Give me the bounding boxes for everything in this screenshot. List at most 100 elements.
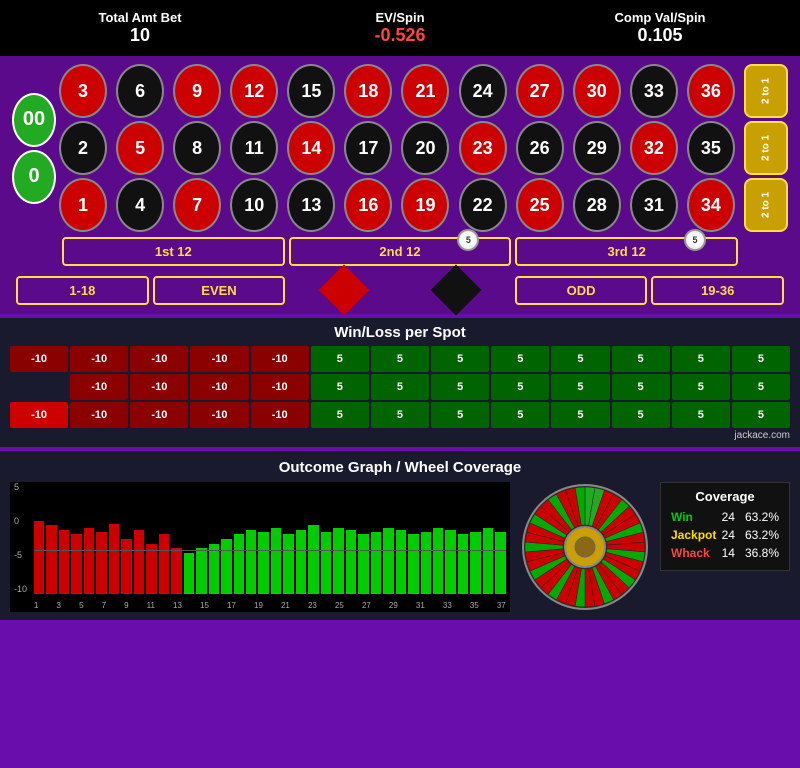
num-cell-31[interactable]: 31: [630, 178, 678, 232]
coverage-jackpot-values: 24 63.2%: [722, 528, 779, 542]
num-cell-23[interactable]: 23: [459, 121, 507, 175]
wl-cell: 5: [732, 346, 790, 372]
num-cell-32[interactable]: 32: [630, 121, 678, 175]
wl-cell: [10, 374, 68, 400]
num-cell-10[interactable]: 10: [230, 178, 278, 232]
bar-item: [296, 530, 306, 594]
dozen-2[interactable]: 2nd 12 5: [289, 237, 512, 266]
wl-cell: 5: [612, 402, 670, 428]
bar-item: [171, 548, 181, 594]
black-diamond[interactable]: [431, 265, 482, 316]
num-cell-14[interactable]: 14: [287, 121, 335, 175]
side-bet-mid[interactable]: 2 to 1: [744, 121, 788, 175]
num-cell-33[interactable]: 33: [630, 64, 678, 118]
y-axis: 5 0 -5 -10: [14, 482, 27, 594]
num-cell-25[interactable]: 25: [516, 178, 564, 232]
wl-cell: 5: [612, 346, 670, 372]
bar-item: [84, 528, 94, 594]
wl-cell: -10: [190, 402, 248, 428]
num-cell-12[interactable]: 12: [230, 64, 278, 118]
num-cell-13[interactable]: 13: [287, 178, 335, 232]
coverage-win-label: Win: [671, 510, 693, 524]
num-cell-4[interactable]: 4: [116, 178, 164, 232]
double-zero[interactable]: 00: [12, 93, 56, 147]
bet-even[interactable]: EVEN: [153, 276, 286, 305]
bar-item: [59, 530, 69, 594]
num-cell-35[interactable]: 35: [687, 121, 735, 175]
winloss-section: Win/Loss per Spot -10-10-10-10-105555555…: [0, 318, 800, 447]
dozen-1[interactable]: 1st 12: [62, 237, 285, 266]
num-cell-30[interactable]: 30: [573, 64, 621, 118]
num-cell-17[interactable]: 17: [344, 121, 392, 175]
num-cell-24[interactable]: 24: [459, 64, 507, 118]
wheel-container: [520, 482, 650, 612]
roulette-section: 00 0 36912151821242730333625811141720232…: [0, 56, 800, 314]
comp-val-label: Comp Val/Spin: [570, 10, 750, 25]
num-cell-9[interactable]: 9: [173, 64, 221, 118]
bar-item: [34, 521, 44, 594]
winloss-row3: -10-10-10-10-1055555555: [10, 402, 790, 428]
zero[interactable]: 0: [12, 150, 56, 204]
zero-column: 00 0: [12, 64, 56, 232]
num-cell-15[interactable]: 15: [287, 64, 335, 118]
num-cell-20[interactable]: 20: [401, 121, 449, 175]
wl-cell: 5: [491, 346, 549, 372]
num-cell-1[interactable]: 1: [59, 178, 107, 232]
wl-cell: -10: [251, 374, 309, 400]
bar-item: [433, 528, 443, 594]
dozen-3[interactable]: 3rd 12 5: [515, 237, 738, 266]
wl-cell: 5: [672, 374, 730, 400]
num-cell-36[interactable]: 36: [687, 64, 735, 118]
num-cell-8[interactable]: 8: [173, 121, 221, 175]
num-cell-11[interactable]: 11: [230, 121, 278, 175]
diamond-black-container: [402, 272, 511, 308]
comp-val-value: 0.105: [570, 25, 750, 46]
num-cell-18[interactable]: 18: [344, 64, 392, 118]
bar-item: [258, 532, 268, 594]
num-cell-16[interactable]: 16: [344, 178, 392, 232]
coverage-whack-label: Whack: [671, 546, 710, 560]
bar-item: [159, 534, 169, 594]
total-amt-bet-value: 10: [50, 25, 230, 46]
wl-cell: 5: [431, 402, 489, 428]
dozen3-chip: 5: [684, 229, 706, 251]
num-cell-28[interactable]: 28: [573, 178, 621, 232]
num-cell-7[interactable]: 7: [173, 178, 221, 232]
wl-cell: 5: [612, 374, 670, 400]
num-cell-19[interactable]: 19: [401, 178, 449, 232]
bet-19-36[interactable]: 19-36: [651, 276, 784, 305]
zero-line: [34, 550, 506, 551]
num-cell-27[interactable]: 27: [516, 64, 564, 118]
bar-item: [283, 534, 293, 594]
side-bet-bot[interactable]: 2 to 1: [744, 178, 788, 232]
wl-cell: 5: [551, 374, 609, 400]
wl-cell: 5: [371, 346, 429, 372]
coverage-jackpot-row: Jackpot 24 63.2%: [671, 528, 779, 542]
num-cell-5[interactable]: 5: [116, 121, 164, 175]
num-cell-29[interactable]: 29: [573, 121, 621, 175]
wl-cell: -10: [70, 346, 128, 372]
num-cell-3[interactable]: 3: [59, 64, 107, 118]
bar-item: [308, 525, 318, 594]
red-diamond[interactable]: [318, 265, 369, 316]
comp-val-col: Comp Val/Spin 0.105: [570, 10, 750, 46]
coverage-whack-values: 14 36.8%: [722, 546, 779, 560]
bet-1-18[interactable]: 1-18: [16, 276, 149, 305]
bar-item: [321, 532, 331, 594]
bar-item: [121, 539, 131, 594]
side-bet-top[interactable]: 2 to 1: [744, 64, 788, 118]
num-cell-6[interactable]: 6: [116, 64, 164, 118]
num-cell-34[interactable]: 34: [687, 178, 735, 232]
jackace-credit: jackace.com: [10, 430, 790, 441]
num-cell-22[interactable]: 22: [459, 178, 507, 232]
ev-spin-col: EV/Spin -0.526: [310, 10, 490, 46]
wl-cell: -10: [130, 402, 188, 428]
bet-odd[interactable]: ODD: [515, 276, 648, 305]
wl-cell: 5: [732, 374, 790, 400]
coverage-title: Coverage: [671, 489, 779, 504]
num-cell-26[interactable]: 26: [516, 121, 564, 175]
num-cell-21[interactable]: 21: [401, 64, 449, 118]
winloss-row1: -10-10-10-10-1055555555: [10, 346, 790, 372]
wl-cell: 5: [491, 402, 549, 428]
num-cell-2[interactable]: 2: [59, 121, 107, 175]
